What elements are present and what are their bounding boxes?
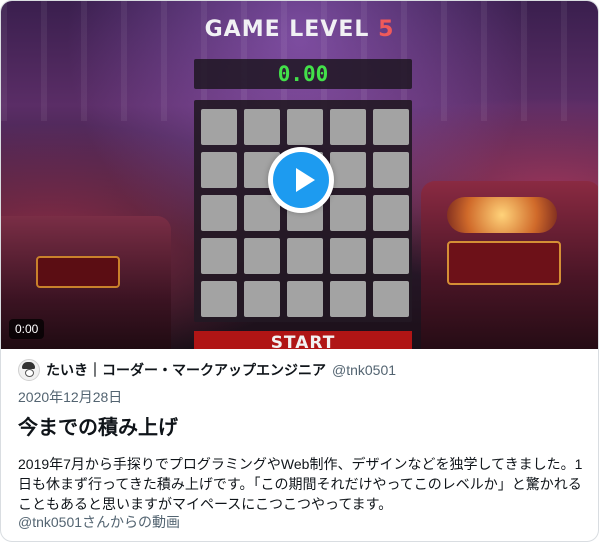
game-tile xyxy=(201,195,237,231)
post-description: 2019年7月から手探りでプログラミングやWeb制作、デザインなどを独学してきま… xyxy=(18,456,583,512)
video-time-badge: 0:00 xyxy=(9,319,45,339)
post-title: 今までの積み上げ xyxy=(18,417,178,439)
author-handle[interactable]: @tnk0501 xyxy=(332,362,396,378)
timer-panel: 0.00 xyxy=(194,59,412,89)
timer-readout: 0.00 xyxy=(277,62,329,86)
video-credit-link[interactable]: @tnk0501さんからの動画 xyxy=(18,512,180,532)
avatar[interactable] xyxy=(18,359,40,381)
game-tile xyxy=(201,238,237,274)
game-tile xyxy=(373,238,409,274)
play-button[interactable] xyxy=(268,147,334,213)
game-tile xyxy=(373,195,409,231)
game-tile xyxy=(287,238,323,274)
game-tile xyxy=(201,109,237,145)
game-tile xyxy=(373,281,409,317)
start-button: START xyxy=(194,331,412,349)
background-slot-machine-right xyxy=(421,181,598,349)
game-tile xyxy=(330,152,366,188)
game-tile xyxy=(244,238,280,274)
author-row[interactable]: たいき｜コーダー・マークアップエンジニア @tnk0501 xyxy=(18,359,396,381)
game-tile xyxy=(373,152,409,188)
game-level-number: 5 xyxy=(378,17,395,42)
tile-grid xyxy=(201,109,409,317)
game-tile xyxy=(201,281,237,317)
game-tile xyxy=(244,109,280,145)
game-tile xyxy=(201,152,237,188)
game-tile xyxy=(330,109,366,145)
game-tile xyxy=(330,281,366,317)
game-tile xyxy=(330,195,366,231)
video-card[interactable]: GAME LEVEL 5 0.00 START 0:00 たいき｜コーダー・マー… xyxy=(0,0,599,542)
game-tile xyxy=(330,238,366,274)
author-name[interactable]: たいき｜コーダー・マークアップエンジニア xyxy=(46,360,326,380)
game-tile xyxy=(244,281,280,317)
video-player[interactable]: GAME LEVEL 5 0.00 START 0:00 xyxy=(1,1,598,349)
game-tile xyxy=(287,109,323,145)
game-tile xyxy=(373,109,409,145)
post-date: 2020年12月28日 xyxy=(18,389,123,405)
game-level-title: GAME LEVEL 5 xyxy=(1,17,598,42)
play-icon xyxy=(273,152,329,208)
game-tile xyxy=(287,281,323,317)
game-title-prefix: GAME LEVEL xyxy=(204,17,379,42)
